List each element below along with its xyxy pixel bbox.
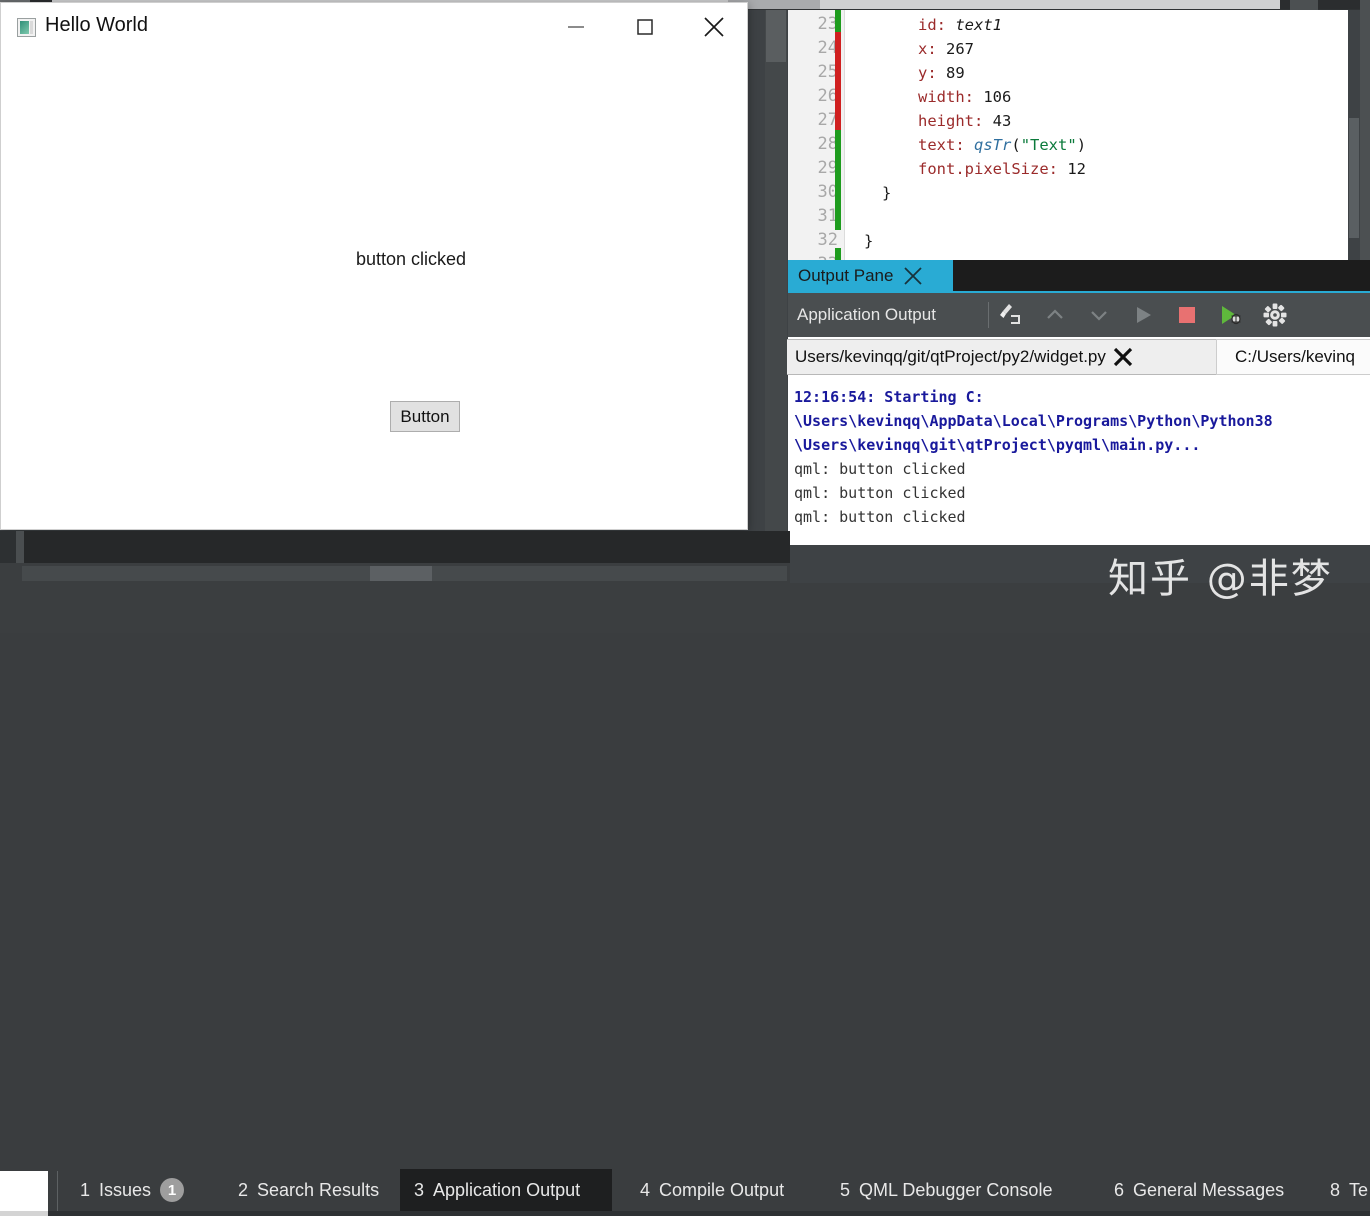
output-pane-tab-label: Output Pane: [798, 265, 894, 285]
hello-world-window[interactable]: Hello World button clicked Button: [0, 2, 748, 530]
editor-right-edge: [1360, 0, 1370, 260]
editor-gutter: 2324252627282930313233: [788, 10, 845, 260]
code-line[interactable]: y: 89: [918, 64, 965, 82]
bottom-tab-number: 6: [1114, 1179, 1125, 1200]
code-line[interactable]: height: 43: [918, 112, 1011, 130]
editor-vertical-scrollbar-thumb[interactable]: [1349, 118, 1359, 238]
bottom-tab-label: Issues: [99, 1179, 152, 1200]
output-file-tab-label: C:/Users/kevinq: [1235, 347, 1355, 366]
status-message: button clicked: [356, 249, 467, 269]
bottom-tab-compile-output[interactable]: 4 Compile Output: [626, 1169, 806, 1211]
close-icon[interactable]: [685, 3, 743, 51]
bottom-tab-qml-debugger-console[interactable]: 5 QML Debugger Console: [826, 1169, 1090, 1211]
code-line[interactable]: id: text1: [918, 16, 1002, 34]
bottom-tab-label: QML Debugger Console: [859, 1179, 1053, 1200]
hello-world-body: button clicked Button: [2, 51, 746, 528]
clear-output-button[interactable]: [989, 293, 1033, 337]
play-bug-icon[interactable]: [1209, 293, 1253, 337]
ide-left-edge-2: [16, 531, 24, 563]
close-icon[interactable]: [902, 265, 924, 287]
bottom-bar-divider: [57, 1171, 58, 1211]
next-item-button[interactable]: [1077, 293, 1121, 337]
bottom-bar-underline-left: [0, 1211, 48, 1216]
bottom-tab-label: Compile Output: [659, 1179, 785, 1200]
bottom-tab-general-messages[interactable]: 6 General Messages: [1100, 1169, 1296, 1211]
console-line: qml: button clicked: [794, 508, 966, 526]
hello-world-title: Hello World: [45, 14, 148, 36]
minimize-icon[interactable]: [547, 3, 605, 51]
console-line: \Users\kevinqq\AppData\Local\Programs\Py…: [794, 412, 1273, 430]
status-badge: 1: [160, 1178, 185, 1202]
output-pane-toolbar: Application Output: [788, 293, 1370, 337]
bottom-left-white-block: [0, 1171, 48, 1211]
bottom-bar-underline: [48, 1211, 1370, 1216]
play-icon[interactable]: [1121, 293, 1165, 337]
output-file-tab[interactable]: C:/Users/kevinq: [1216, 339, 1370, 375]
hello-world-titlebar[interactable]: Hello World: [1, 3, 747, 51]
console-line: \Users\kevinqq\git\qtProject\pyqml\main.…: [794, 436, 1201, 454]
maximize-icon[interactable]: [616, 3, 674, 51]
code-line[interactable]: width: 106: [918, 88, 1011, 106]
ide-bottom-strip: [0, 531, 790, 563]
output-pane: Output Pane Application Output Users/kev…: [784, 260, 1370, 545]
ide-vertical-scrollbar[interactable]: [765, 10, 787, 531]
bottom-tab-te[interactable]: 8 Te: [1316, 1169, 1370, 1211]
ide-vertical-scrollbar-thumb[interactable]: [766, 10, 786, 62]
code-line[interactable]: x: 267: [918, 40, 974, 58]
code-editor[interactable]: 2324252627282930313233 id: text1 x: 267 y:…: [788, 10, 1348, 260]
output-file-tab-label: Users/kevinqq/git/qtProject/py2/widget.p…: [795, 347, 1106, 366]
bottom-tab-issues[interactable]: 1 Issues 1: [66, 1169, 204, 1211]
bottom-tab-label: General Messages: [1133, 1179, 1285, 1200]
gutter-change-marker: [835, 32, 841, 130]
bottom-tab-number: 3: [414, 1179, 425, 1200]
bottom-tab-label: Te: [1349, 1179, 1369, 1200]
app-icon: [17, 18, 36, 37]
console-line: qml: button clicked: [794, 484, 966, 502]
qml-button[interactable]: Button: [390, 401, 460, 432]
console-line: 12:16:54: Starting C:: [794, 388, 984, 406]
gutter-change-marker: [835, 248, 841, 260]
watermark: 知乎 @非梦: [1108, 556, 1333, 602]
application-output-title: Application Output: [797, 305, 936, 324]
ide-horizontal-scrollbar-thumb[interactable]: [370, 566, 432, 581]
output-pane-tab[interactable]: Output Pane: [788, 260, 953, 291]
previous-item-button[interactable]: [1033, 293, 1077, 337]
console-output[interactable]: 12:16:54: Starting C: \Users\kevinqq\AppD…: [788, 377, 1370, 545]
code-line[interactable]: font.pixelSize: 12: [918, 160, 1086, 178]
gutter-change-marker: [835, 130, 841, 230]
stop-square-icon[interactable]: [1165, 293, 1209, 337]
code-line[interactable]: }: [882, 184, 891, 202]
bottom-tab-number: 1: [80, 1179, 91, 1200]
bottom-tab-search-results[interactable]: 2 Search Results: [224, 1169, 380, 1211]
top-strip-right-block2: [1290, 0, 1318, 10]
code-line[interactable]: text: qsTr("Text"): [918, 136, 1086, 154]
bottom-tab-label: Search Results: [257, 1179, 380, 1200]
output-file-tab-row: Users/kevinqq/git/qtProject/py2/widget.p…: [784, 337, 1370, 377]
gear-icon[interactable]: [1253, 293, 1297, 337]
line-number: 32: [817, 230, 838, 250]
gutter-change-marker: [835, 10, 841, 32]
bottom-tab-number: 2: [238, 1179, 249, 1200]
bottom-tab-number: 5: [840, 1179, 851, 1200]
close-icon[interactable]: [1110, 344, 1136, 370]
bottom-tab-application-output[interactable]: 3 Application Output: [400, 1169, 612, 1211]
output-pane-tab-row: Output Pane: [788, 260, 1370, 293]
editor-code-area[interactable]: id: text1 x: 267 y: 89 width: 106 height: 43…: [846, 10, 1348, 260]
output-file-tab[interactable]: Users/kevinqq/git/qtProject/py2/widget.p…: [784, 339, 1220, 375]
bottom-tab-number: 4: [640, 1179, 651, 1200]
bottom-tab-number: 8: [1330, 1179, 1341, 1200]
code-line[interactable]: }: [864, 232, 873, 250]
bottom-tab-label: Application Output: [433, 1179, 581, 1200]
console-line: qml: button clicked: [794, 460, 966, 478]
